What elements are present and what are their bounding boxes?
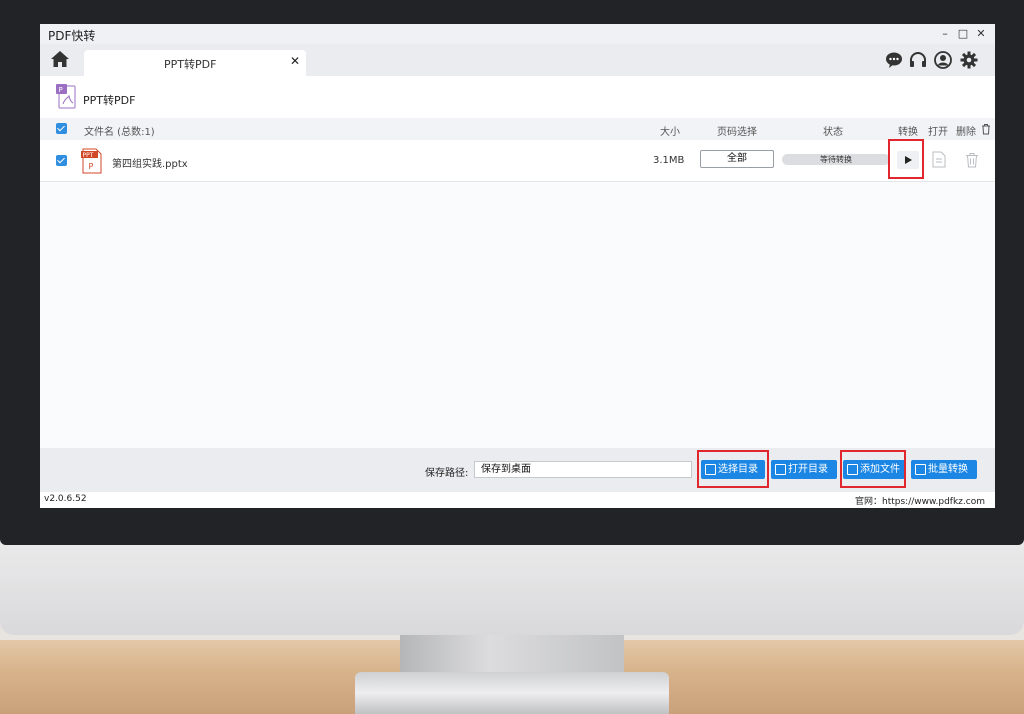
headset-icon[interactable]	[909, 51, 927, 69]
header-delete: 删除	[956, 127, 976, 138]
header-filename: 文件名 (总数:1)	[84, 127, 155, 138]
row-checkbox[interactable]	[56, 155, 67, 166]
delete-trash-icon[interactable]	[965, 152, 979, 168]
tab-bar: PPT转PDF ✕	[40, 44, 995, 76]
website-link[interactable]: 官网：https://www.pdfkz.com	[855, 494, 985, 507]
svg-text:P: P	[89, 162, 94, 171]
save-path-label: 保存路径:	[425, 468, 469, 479]
header-open: 打开	[928, 127, 948, 138]
header-page-select: 页码选择	[717, 127, 757, 138]
file-size: 3.1MB	[653, 155, 685, 166]
tab-close-button[interactable]: ✕	[290, 54, 300, 68]
folder-icon	[775, 464, 786, 475]
home-icon	[51, 51, 69, 67]
batch-convert-label: 批量转换	[928, 464, 968, 475]
convert-icon	[915, 464, 926, 475]
tool-title: PPT转PDF	[83, 94, 136, 107]
page-select-button[interactable]: 全部	[700, 150, 774, 168]
tab-label: PPT转PDF	[164, 58, 217, 71]
header-trash-icon[interactable]	[981, 123, 991, 135]
header-size: 大小	[660, 127, 680, 138]
status-badge: 等待转换	[782, 154, 890, 165]
open-directory-button[interactable]: 打开目录	[771, 460, 837, 479]
chat-icon[interactable]	[885, 51, 903, 69]
list-header: 文件名 (总数:1) 大小 页码选择 状态 转换 打开 删除	[40, 118, 995, 140]
close-window-button[interactable]: ✕	[972, 26, 990, 42]
header-status: 状态	[823, 127, 843, 138]
app-title: PDF快转	[48, 29, 96, 43]
table-row[interactable]: PPT P 第四组实践.pptx 3.1MB 全部 等待转换	[40, 140, 995, 182]
file-name: 第四组实践.pptx	[112, 159, 188, 170]
monitor-stand-base	[355, 672, 669, 714]
play-button-highlight	[888, 139, 924, 179]
open-file-icon[interactable]	[932, 151, 946, 168]
add-file-highlight	[840, 450, 906, 488]
minimize-button[interactable]: –	[936, 26, 954, 42]
tool-header: P PPT转PDF	[40, 76, 995, 118]
svg-text:PPT: PPT	[83, 152, 94, 159]
svg-text:P: P	[59, 86, 63, 94]
tab-ppt-to-pdf[interactable]: PPT转PDF ✕	[84, 50, 306, 76]
status-bar: v2.0.6.52 官网：https://www.pdfkz.com	[40, 492, 995, 508]
file-list: 文件名 (总数:1) 大小 页码选择 状态 转换 打开 删除 PPT P 第四组实…	[40, 118, 995, 448]
header-convert: 转换	[898, 127, 918, 138]
maximize-button[interactable]: □	[954, 26, 972, 42]
open-directory-label: 打开目录	[788, 464, 828, 475]
app-window: PDF快转 – □ ✕ PPT转PDF ✕ P PPT转PDF 文件名 (总数:…	[40, 24, 995, 508]
save-path-field[interactable]: 保存到桌面	[474, 461, 692, 478]
ppt-to-pdf-icon: P	[55, 84, 79, 110]
batch-convert-button[interactable]: 批量转换	[911, 460, 977, 479]
home-button[interactable]	[50, 50, 72, 70]
version-label: v2.0.6.52	[44, 494, 87, 504]
pptx-file-icon: PPT P	[81, 148, 103, 174]
monitor-chin	[0, 545, 1024, 635]
select-directory-highlight	[697, 450, 769, 488]
title-bar: PDF快转 – □ ✕	[40, 24, 995, 44]
gear-icon[interactable]	[960, 51, 978, 69]
user-icon[interactable]	[934, 51, 952, 69]
select-all-checkbox[interactable]	[56, 123, 67, 134]
